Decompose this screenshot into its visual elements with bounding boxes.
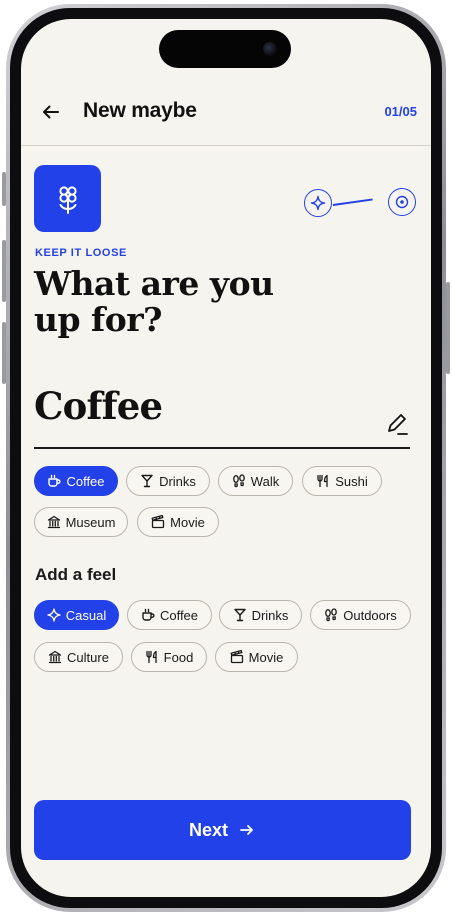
feel-chip-movie[interactable]: Movie [215, 642, 298, 672]
chip-label: Drinks [251, 607, 289, 623]
action-button [2, 172, 6, 206]
back-button[interactable] [37, 98, 65, 126]
question-line-2: up for? [34, 300, 162, 339]
chip-label: Culture [67, 649, 109, 665]
power-button [446, 282, 450, 374]
cup-icon [48, 474, 61, 487]
chip-label: Coffee [159, 607, 199, 623]
chip-museum[interactable]: Museum [34, 507, 128, 537]
museum-icon [48, 650, 62, 664]
pencil-icon [388, 414, 408, 435]
fork-knife-icon [146, 650, 157, 664]
volume-up-button [2, 240, 6, 302]
chip-drinks[interactable]: Drinks [126, 466, 210, 496]
footprints-icon [325, 608, 338, 622]
chip-label: Casual [65, 607, 107, 623]
clapperboard-icon [230, 650, 243, 664]
page-title: New maybe [83, 99, 197, 122]
chip-label: Outdoors [343, 607, 397, 623]
chip-movie[interactable]: Movie [137, 507, 219, 537]
clapperboard-icon [151, 515, 165, 529]
phone-bezel: New maybe 01/05 KEEP IT LOOSE What are y… [10, 8, 442, 908]
sparkle-icon [47, 608, 61, 622]
answer-underline [34, 447, 410, 449]
next-button-label: Next [188, 819, 228, 840]
feel-chip-culture[interactable]: Culture [34, 642, 123, 672]
arrow-right-icon [240, 825, 253, 835]
arrow-left-icon [43, 105, 59, 119]
top-bar: New maybe 01/05 [21, 87, 431, 137]
sparkle-icon [310, 195, 326, 211]
chip-label: Movie [170, 514, 205, 530]
cocktail-icon [233, 608, 246, 622]
feel-chip-drinks[interactable]: Drinks [219, 600, 302, 630]
eyebrow-label: KEEP IT LOOSE [35, 247, 127, 259]
app-screen: New maybe 01/05 KEEP IT LOOSE What are y… [21, 19, 431, 897]
question-line-1: What are you [34, 264, 274, 303]
question-heading: What are you up for? [34, 266, 334, 338]
target-icon [395, 195, 409, 209]
chip-label: Food [163, 649, 194, 665]
fork-knife-icon [317, 474, 328, 488]
next-button[interactable]: Next [34, 800, 411, 860]
feel-chip-food[interactable]: Food [131, 642, 207, 672]
feel-chip-casual[interactable]: Casual [34, 600, 119, 630]
header-divider [21, 145, 431, 146]
chip-coffee[interactable]: Coffee [34, 466, 118, 496]
app-logo [34, 165, 101, 232]
edit-answer-button[interactable] [383, 410, 411, 438]
front-camera [263, 42, 277, 56]
feel-chip-coffee[interactable]: Coffee [127, 600, 212, 630]
step-counter: 01/05 [384, 104, 417, 119]
chip-label: Museum [65, 514, 116, 530]
chip-label: Movie [248, 649, 284, 665]
chip-label: Drinks [159, 473, 196, 489]
chip-walk[interactable]: Walk [218, 466, 293, 496]
step-target-marker [388, 188, 416, 216]
chip-label: Sushi [335, 473, 368, 489]
cocktail-icon [141, 474, 153, 488]
feel-chip-outdoors[interactable]: Outdoors [310, 600, 411, 630]
flower-icon [58, 185, 77, 214]
chip-sushi[interactable]: Sushi [302, 466, 382, 496]
museum-icon [47, 515, 60, 529]
volume-down-button [2, 322, 6, 384]
progress-connector [332, 198, 373, 206]
feel-section-title: Add a feel [35, 565, 117, 584]
step-sparkle-marker [304, 189, 332, 217]
dynamic-island [159, 30, 291, 68]
answer-value[interactable]: Coffee [34, 384, 163, 428]
footprints-icon [232, 474, 245, 488]
phone-frame: New maybe 01/05 KEEP IT LOOSE What are y… [2, 4, 450, 912]
chip-label: Walk [250, 473, 280, 489]
chip-label: Coffee [66, 473, 105, 489]
cup-icon [142, 608, 155, 621]
